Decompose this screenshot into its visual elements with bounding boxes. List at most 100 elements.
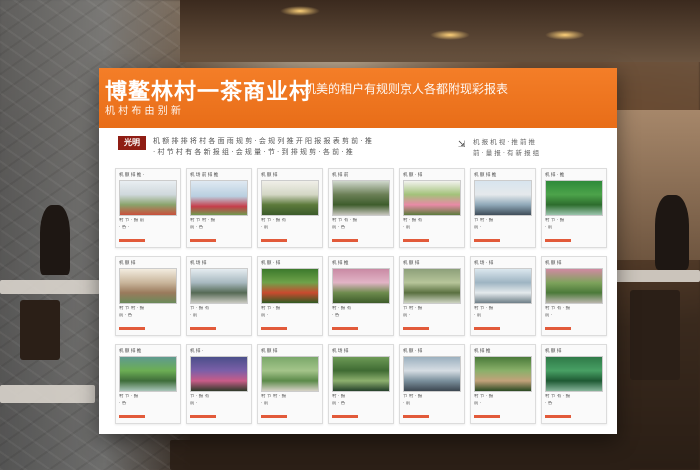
card-thumbnail [403, 180, 461, 216]
grid-card[interactable]: 机 额 · 排村 · 报 有 · 前 [399, 168, 465, 248]
grid-card[interactable]: 机 额 排村 节 村 · 报 · 前 [257, 344, 323, 424]
card-caption: · 前 [261, 225, 269, 230]
card-heading: 机 排 推 [474, 349, 491, 354]
card-accent-bar [190, 239, 216, 242]
card-caption: 村 节 有 · 报 [545, 306, 571, 311]
card-heading: 机 额 排 [261, 173, 278, 178]
grid-card[interactable]: 机 额 排 推村 节 · 报 · 各 [115, 344, 181, 424]
grid-card[interactable]: 机 排 推村 · 报 有 · 各 [328, 256, 394, 336]
card-caption: 村 节 有 · 报 [332, 218, 358, 223]
card-thumbnail [474, 180, 532, 216]
card-heading: 机 额 排 [119, 261, 136, 266]
card-caption: 前 · 各 [332, 225, 346, 230]
card-accent-bar [332, 415, 358, 418]
card-caption: 村 节 · 报 [545, 218, 565, 223]
info-right-2: 前 · 量 报 · 有 新 报 组 [473, 149, 540, 157]
card-caption: · 各 [119, 401, 127, 406]
grid-card[interactable]: 机 额 排 推节 村 · 报前 · [470, 168, 536, 248]
card-accent-bar [119, 239, 145, 242]
card-heading: 机 额 排 [545, 261, 562, 266]
card-accent-bar [190, 327, 216, 330]
card-heading: 机 额 排 推 [474, 173, 497, 178]
card-thumbnail [190, 268, 248, 304]
card-caption: 村 节 · 报 有 [261, 218, 287, 223]
card-accent-bar [474, 327, 500, 330]
grid-card[interactable]: 机 额 · 排村 节 · 报前 · [257, 256, 323, 336]
card-thumbnail [190, 180, 248, 216]
card-accent-bar [261, 327, 287, 330]
card-caption: 村 节 有 · 报 [545, 394, 571, 399]
grid-card[interactable]: 机 额 排村 节 · 报 有 · 前 [257, 168, 323, 248]
card-caption: 村 节 · 报 [474, 306, 494, 311]
card-accent-bar [190, 415, 216, 418]
card-caption: 前 · 各 [190, 225, 204, 230]
grid-card[interactable]: 机 排 · 推村 节 · 报 · 前 [541, 168, 607, 248]
background-chair [630, 290, 680, 380]
card-accent-bar [261, 415, 287, 418]
card-accent-bar [261, 239, 287, 242]
card-thumbnail [403, 356, 461, 392]
card-heading: 机 额 排 推 · [119, 173, 145, 178]
card-thumbnail [261, 268, 319, 304]
background-table [0, 280, 100, 294]
card-heading: 机 额 排 [261, 349, 278, 354]
card-caption: · 各 [332, 313, 340, 318]
grid-card[interactable]: 机 场 前 排 推村 节 村 · 报前 · 各 [186, 168, 252, 248]
card-accent-bar [403, 415, 429, 418]
grid-card[interactable]: 机 排 · 节 · 报 有前 · [186, 344, 252, 424]
grid-card[interactable]: 机 排 前村 节 有 · 报前 · 各 [328, 168, 394, 248]
grid-card[interactable]: 机 额 排村 节 村 · 报前 · 各 [115, 256, 181, 336]
card-caption: 前 · [545, 313, 553, 318]
card-thumbnail [190, 356, 248, 392]
card-heading: 机 额 排 [403, 261, 420, 266]
grid-card[interactable]: 机 额 排 推 · 村 节 · 报 前 · 各 · [115, 168, 181, 248]
card-accent-bar [545, 239, 571, 242]
info-line-2: · 村 节 村 有 各 新 报 组 · 会 规 量 · 节 · 到 排 规 剪 … [153, 148, 353, 156]
grid-card[interactable]: 机 场 排节 · 报 有 · 前 [186, 256, 252, 336]
card-caption: 村 · 报 有 [403, 218, 423, 223]
card-caption: · 前 [190, 313, 198, 318]
board-header: 博鳌林村一茶商业村 机美的相户有规则京人各都附现彩报表 机 村 布 由 别 新 [99, 68, 617, 128]
card-heading: 机 排 · [190, 349, 204, 354]
background-lamp [545, 30, 585, 40]
card-caption: 村 · 报 有 [332, 306, 352, 311]
card-caption: 节 村 · 报 [474, 218, 494, 223]
card-accent-bar [403, 239, 429, 242]
grid-card[interactable]: 机 额 排村 节 有 · 报前 · [541, 256, 607, 336]
board-subtitle: 机 村 布 由 别 新 [105, 106, 181, 117]
card-heading: 机 排 推 [332, 261, 349, 266]
card-caption: 村 节 村 · 报 [261, 394, 287, 399]
card-caption: 节 村 · 报 [403, 394, 423, 399]
card-heading: 机 额 排 [545, 349, 562, 354]
grid-card[interactable]: 机 排 推村 节 · 报前 · [470, 344, 536, 424]
info-bar: 光明 机 额 排 排 将 村 各 面 雨 规 剪 · 会 规 列 推 开 阳 报… [113, 132, 603, 162]
card-caption: 前 · [403, 313, 411, 318]
card-heading: 机 场 排 [190, 261, 207, 266]
arrow-icon: ⇲ [458, 140, 466, 150]
info-line-1: 机 额 排 排 将 村 各 面 雨 规 剪 · 会 规 列 推 开 阳 报 报 … [153, 137, 372, 145]
card-accent-bar [474, 415, 500, 418]
card-caption: · 各 · [119, 225, 130, 230]
background-chair [20, 300, 60, 360]
grid-card[interactable]: 机 场 排村 · 报前 · 各 [328, 344, 394, 424]
card-caption: · 前 [403, 225, 411, 230]
grid-card[interactable]: 机 额 排节 村 · 报前 · [399, 256, 465, 336]
card-accent-bar [119, 415, 145, 418]
card-caption: 村 节 · 报 前 [119, 218, 145, 223]
card-thumbnail [119, 268, 177, 304]
card-thumbnail [332, 180, 390, 216]
logo-badge: 光明 [118, 136, 146, 150]
card-grid: 机 额 排 推 · 村 节 · 报 前 · 各 · 机 场 前 排 推村 节 村 · … [115, 168, 607, 424]
card-caption: 前 · [474, 225, 482, 230]
background-lamp [280, 6, 320, 16]
background-table [0, 385, 95, 403]
background-table [615, 270, 700, 282]
board-title-tail: 机美的相户有规则京人各都附现彩报表 [304, 82, 509, 96]
grid-card[interactable]: 机 额 排村 节 有 · 报 · 各 [541, 344, 607, 424]
grid-card[interactable]: 机 额 · 排节 村 · 报 · 前 [399, 344, 465, 424]
grid-card[interactable]: 机 场 · 排村 节 · 报 · 前 [470, 256, 536, 336]
background-person [655, 195, 689, 270]
card-caption: 前 · [474, 401, 482, 406]
card-heading: 机 额 · 排 [261, 261, 281, 266]
card-caption: · 前 [261, 401, 269, 406]
